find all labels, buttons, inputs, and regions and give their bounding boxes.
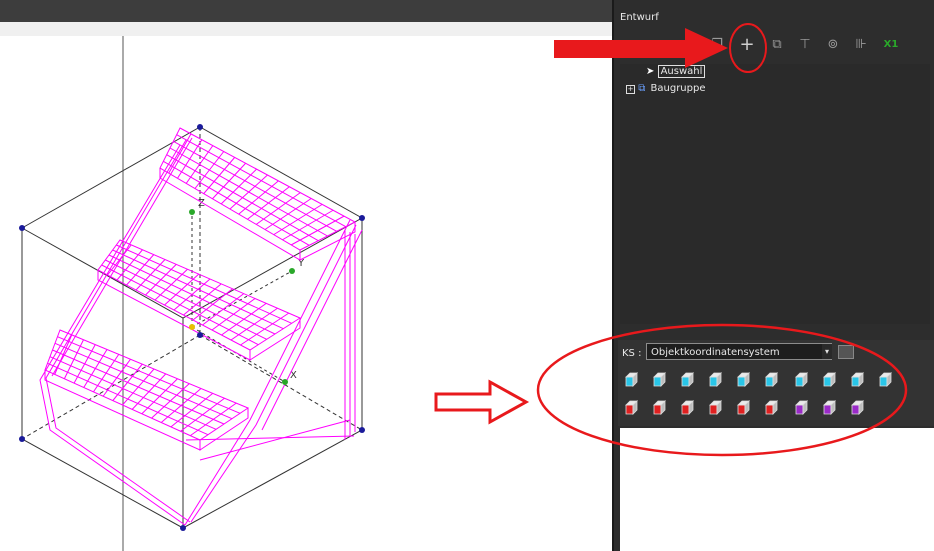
- view-cube-cyan-icon[interactable]: [708, 372, 724, 388]
- tree-item-label: Baugruppe: [650, 83, 706, 94]
- expand-icon[interactable]: +: [626, 85, 635, 94]
- view-cube-red-icon[interactable]: [624, 400, 640, 416]
- tree-item-auswahl[interactable]: ➤ Auswahl: [646, 65, 706, 78]
- tree-icon[interactable]: ⊤: [796, 36, 814, 54]
- view-cube-purple-icon[interactable]: [794, 400, 810, 416]
- view-cube-iso-icon[interactable]: [850, 372, 866, 388]
- ks-select[interactable]: Objektkoordinatensystem: [646, 343, 832, 360]
- view-cube-purple-icon[interactable]: [822, 400, 838, 416]
- view-cube-cyan-icon[interactable]: [624, 372, 640, 388]
- panel-toolbar: ▭ ✕ ❐ + ⧉ ⊤ ⊚ ⊪ X1: [620, 34, 930, 58]
- tread-grid-line: [169, 147, 328, 237]
- view-cube-iso-icon[interactable]: [822, 372, 838, 388]
- stair-tread: [159, 127, 357, 251]
- design-panel: Entwurf ▭ ✕ ❐ + ⧉ ⊤ ⊚ ⊪ X1 ➤ Auswahl + ⧉…: [612, 0, 934, 551]
- paste-icon[interactable]: ⧉: [768, 36, 786, 54]
- cut-icon[interactable]: ✕: [684, 36, 702, 54]
- properties-area: [620, 428, 934, 551]
- copy-icon[interactable]: ❐: [708, 36, 726, 54]
- chevron-down-icon[interactable]: ▾: [822, 344, 832, 359]
- assembly-icon: ⧉: [638, 83, 646, 94]
- view-cube-red-icon[interactable]: [736, 400, 752, 416]
- view-cube-cyan-icon[interactable]: [736, 372, 752, 388]
- tread-grid-line: [54, 342, 233, 420]
- panel-title: Entwurf: [620, 12, 659, 23]
- stair-wireframe: Z Y X: [19, 36, 365, 551]
- tree-item-label: Auswahl: [657, 65, 706, 78]
- x-icon[interactable]: X1: [882, 36, 900, 54]
- view-cube-cyan-icon[interactable]: [652, 372, 668, 388]
- tread-grid-line: [112, 249, 284, 330]
- cursor-icon: ➤: [646, 66, 655, 77]
- coordinate-system-area: KS : Objektkoordinatensystem ▾: [618, 340, 934, 426]
- 3d-viewport[interactable]: Z Y X: [0, 36, 612, 551]
- view-cube-iso-icon[interactable]: [878, 372, 894, 388]
- add-icon[interactable]: +: [738, 36, 756, 54]
- view-cube-iso-icon[interactable]: [794, 372, 810, 388]
- ks-select-value: Objektkoordinatensystem: [651, 347, 780, 358]
- tree-item-baugruppe[interactable]: + ⧉ Baugruppe: [626, 83, 708, 94]
- view-cube-cyan-icon[interactable]: [680, 372, 696, 388]
- component-icon[interactable]: ⊚: [824, 36, 842, 54]
- model-tree[interactable]: ➤ Auswahl + ⧉ Baugruppe: [620, 64, 930, 324]
- tread-grid-line: [166, 154, 319, 242]
- view-cube-red-icon[interactable]: [764, 400, 780, 416]
- view-cube-red-icon[interactable]: [708, 400, 724, 416]
- view-cube-red-icon[interactable]: [680, 400, 696, 416]
- tread-grid-line: [173, 140, 337, 232]
- stair-tread: [44, 329, 250, 441]
- view-cube-cyan-icon[interactable]: [764, 372, 780, 388]
- view-cube-purple-icon[interactable]: [850, 400, 866, 416]
- ks-label: KS :: [622, 348, 642, 359]
- view-cube-red-icon[interactable]: [652, 400, 668, 416]
- open-icon[interactable]: ▭: [622, 36, 640, 54]
- ks-options-button[interactable]: [838, 345, 854, 359]
- tread-grid-line: [105, 259, 267, 340]
- tread-grid-line: [176, 134, 347, 228]
- align-icon[interactable]: ⊪: [852, 36, 870, 54]
